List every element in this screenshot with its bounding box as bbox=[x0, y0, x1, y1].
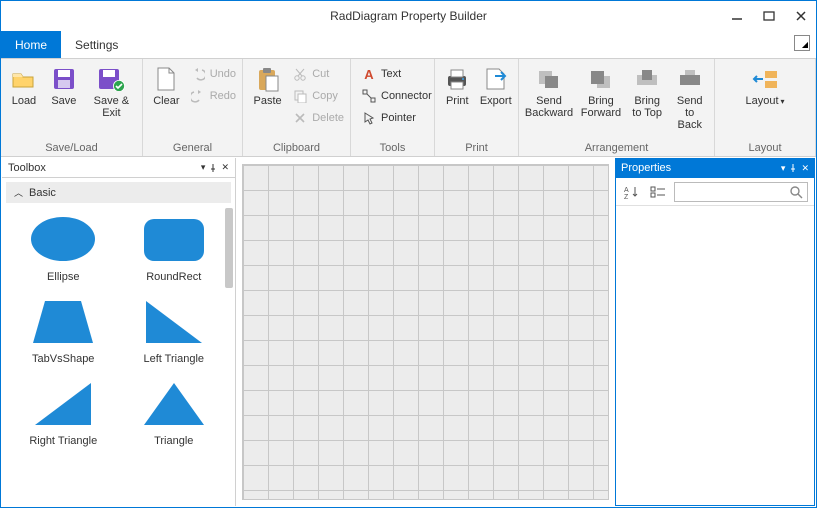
undo-icon bbox=[190, 66, 206, 82]
dropdown-icon[interactable]: ▾ bbox=[781, 163, 786, 174]
connector-icon bbox=[361, 88, 377, 104]
paste-label: Paste bbox=[254, 95, 282, 107]
group-general-title: General bbox=[149, 140, 236, 154]
save-button[interactable]: Save bbox=[47, 63, 81, 107]
diagram-canvas[interactable] bbox=[236, 158, 615, 506]
print-icon bbox=[443, 65, 471, 93]
pointer-icon bbox=[361, 110, 377, 126]
toolbox-section-basic[interactable]: ︿ Basic bbox=[6, 182, 231, 203]
close-panel-icon[interactable]: ✕ bbox=[801, 163, 809, 174]
toolbox-scrollbar[interactable] bbox=[225, 208, 233, 288]
tab-home[interactable]: Home bbox=[1, 31, 61, 58]
pin-icon[interactable] bbox=[208, 163, 218, 173]
group-clipboard-title: Clipboard bbox=[249, 140, 344, 154]
export-button[interactable]: Export bbox=[480, 63, 513, 107]
send-backward-button[interactable]: Send Backward bbox=[525, 63, 573, 119]
shape-right-triangle[interactable]: Right Triangle bbox=[12, 375, 115, 447]
sort-alpha-button[interactable]: AZ bbox=[622, 182, 642, 202]
bring-to-top-icon bbox=[633, 65, 661, 93]
layout-label: Layout bbox=[745, 95, 778, 107]
ribbon-tabs: Home Settings ◢ bbox=[1, 31, 816, 59]
shape-tabvsshape[interactable]: TabVsShape bbox=[12, 293, 115, 365]
dropdown-icon[interactable]: ▾ bbox=[201, 162, 206, 173]
bring-to-top-label: Bring to Top bbox=[632, 95, 662, 119]
properties-search[interactable] bbox=[674, 182, 808, 202]
shape-triangle[interactable]: Triangle bbox=[123, 375, 226, 447]
load-button[interactable]: Load bbox=[7, 63, 41, 107]
properties-title: Properties bbox=[621, 162, 671, 174]
ribbon: Load Save Save & Exit Save/Load Clear Un… bbox=[1, 59, 816, 157]
shape-roundrect[interactable]: RoundRect bbox=[123, 211, 226, 283]
copy-icon bbox=[292, 88, 308, 104]
window-title: RadDiagram Property Builder bbox=[330, 9, 487, 23]
redo-button[interactable]: Redo bbox=[190, 87, 236, 105]
bring-forward-icon bbox=[587, 65, 615, 93]
clear-button[interactable]: Clear bbox=[149, 63, 184, 107]
group-print-title: Print bbox=[441, 140, 512, 154]
print-button[interactable]: Print bbox=[441, 63, 474, 107]
send-to-back-label: Send to Back bbox=[671, 95, 708, 131]
chevron-up-icon: ︿ bbox=[14, 186, 23, 199]
group-layout-title: Layout bbox=[721, 140, 809, 154]
print-label: Print bbox=[446, 95, 469, 107]
text-tool-button[interactable]: AText bbox=[361, 65, 432, 83]
connector-tool-button[interactable]: Connector bbox=[361, 87, 432, 105]
close-button[interactable] bbox=[792, 7, 810, 25]
send-backward-icon bbox=[535, 65, 563, 93]
send-backward-label: Send Backward bbox=[525, 95, 573, 119]
pin-icon[interactable] bbox=[788, 163, 798, 173]
undo-button[interactable]: Undo bbox=[190, 65, 236, 83]
save-icon bbox=[50, 65, 78, 93]
shape-ellipse[interactable]: Ellipse bbox=[12, 211, 115, 283]
clear-label: Clear bbox=[153, 95, 179, 107]
delete-button[interactable]: Delete bbox=[292, 109, 344, 127]
chevron-down-icon: ▾ bbox=[781, 97, 785, 106]
delete-icon bbox=[292, 110, 308, 126]
save-exit-icon bbox=[97, 65, 125, 93]
minimize-button[interactable] bbox=[728, 7, 746, 25]
bring-to-top-button[interactable]: Bring to Top bbox=[629, 63, 666, 119]
canvas-grid bbox=[242, 164, 609, 500]
load-label: Load bbox=[12, 95, 36, 107]
maximize-button[interactable] bbox=[760, 7, 778, 25]
paste-button[interactable]: Paste bbox=[249, 63, 286, 107]
ribbon-collapse-icon[interactable]: ◢ bbox=[794, 35, 810, 51]
search-icon bbox=[789, 185, 803, 199]
cut-icon bbox=[292, 66, 308, 82]
titlebar: RadDiagram Property Builder bbox=[1, 1, 816, 31]
tab-settings[interactable]: Settings bbox=[61, 31, 132, 58]
group-arrangement-title: Arrangement bbox=[525, 140, 708, 154]
toolbox-title: Toolbox bbox=[8, 162, 46, 174]
copy-button[interactable]: Copy bbox=[292, 87, 344, 105]
svg-text:A: A bbox=[624, 187, 629, 194]
export-icon bbox=[482, 65, 510, 93]
bring-forward-button[interactable]: Bring Forward bbox=[579, 63, 623, 119]
paste-icon bbox=[254, 65, 282, 93]
folder-open-icon bbox=[10, 65, 38, 93]
text-icon: A bbox=[361, 66, 377, 82]
save-exit-label: Save & Exit bbox=[87, 95, 136, 119]
send-to-back-button[interactable]: Send to Back bbox=[671, 63, 708, 131]
new-document-icon bbox=[152, 65, 180, 93]
export-label: Export bbox=[480, 95, 512, 107]
group-saveload-title: Save/Load bbox=[7, 140, 136, 154]
pointer-tool-button[interactable]: Pointer bbox=[361, 109, 432, 127]
redo-icon bbox=[190, 88, 206, 104]
cut-button[interactable]: Cut bbox=[292, 65, 344, 83]
properties-panel: Properties ▾ ✕ AZ bbox=[615, 158, 815, 506]
toolbox-panel: Toolbox ▾ ✕ ︿ Basic Ellipse RoundRect bbox=[2, 158, 236, 506]
send-to-back-icon bbox=[676, 65, 704, 93]
svg-text:Z: Z bbox=[624, 194, 629, 199]
layout-icon bbox=[751, 65, 779, 93]
categorized-button[interactable] bbox=[648, 182, 668, 202]
group-tools-title: Tools bbox=[357, 140, 428, 154]
bring-forward-label: Bring Forward bbox=[581, 95, 621, 119]
close-panel-icon[interactable]: ✕ bbox=[221, 162, 229, 173]
shape-left-triangle[interactable]: Left Triangle bbox=[123, 293, 226, 365]
save-exit-button[interactable]: Save & Exit bbox=[87, 63, 136, 119]
layout-button[interactable]: Layout▾ bbox=[741, 63, 789, 107]
save-label: Save bbox=[51, 95, 76, 107]
